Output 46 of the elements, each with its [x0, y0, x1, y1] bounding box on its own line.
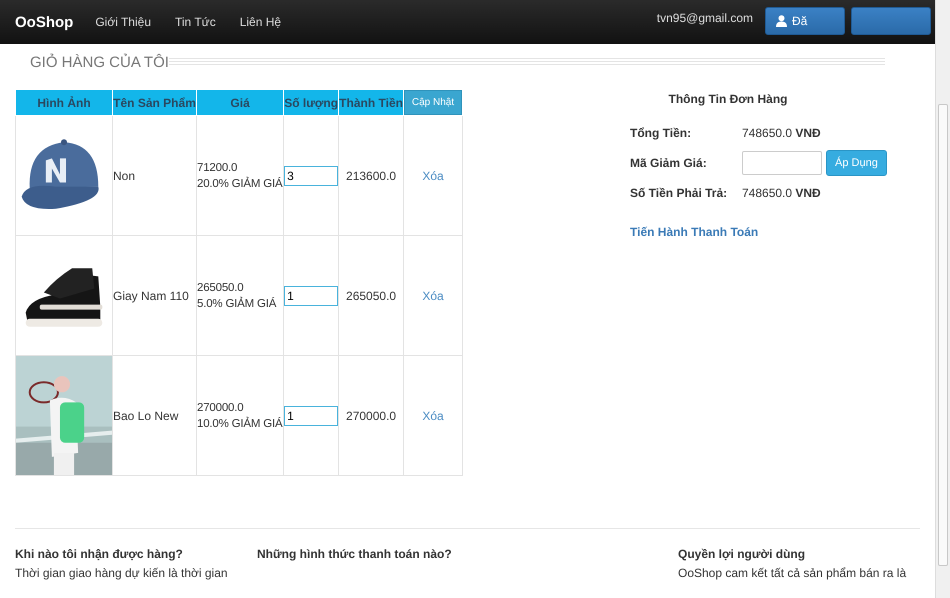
footer-text: Thời gian giao hàng dự kiến là thời gian [15, 566, 229, 580]
line-total: 213600.0 [346, 168, 396, 182]
field-label: Mã Giảm Giá: [630, 156, 708, 170]
nav-link[interactable]: Giới Thiệu [95, 15, 151, 29]
column-header: Tên Sản Phẩm [112, 90, 197, 116]
line-total: 265050.0 [346, 288, 396, 302]
price: 265050.0 [197, 280, 244, 296]
column-header: Hình Ảnh [16, 90, 112, 116]
order-title: Thông Tin Đơn Hàng [668, 92, 788, 106]
footer-heading: Khi nào tôi nhận được hàng? [15, 547, 184, 561]
quantity-field[interactable]: 1 [284, 286, 338, 306]
amount: 748650.0 VNĐ [742, 126, 822, 140]
checkout-link[interactable]: Tiến Hành Thanh Toán [630, 225, 758, 239]
quantity-field[interactable]: 3 [284, 166, 338, 186]
scrollbar[interactable] [935, 0, 950, 598]
remove-link[interactable]: Xóa [422, 168, 444, 182]
discount-text: 20.0% GIẢM GIÁ [197, 176, 284, 192]
amount: 748650.0 VNĐ [742, 186, 822, 200]
quantity-field[interactable]: 1 [284, 406, 338, 426]
brand-link[interactable]: OoShop [15, 14, 74, 30]
price: 71200.0 [197, 160, 238, 176]
product-name: Non [113, 168, 136, 182]
footer-text: OoShop cam kết tất cả sản phẩm bán ra là [678, 566, 908, 580]
nav-link[interactable]: Tin Tức [175, 15, 216, 29]
footer-heading: Quyền lợi người dùng [678, 547, 806, 561]
line-total: 270000.0 [346, 408, 396, 422]
column-header: Giá [196, 90, 284, 116]
field-label: Số Tiền Phải Trả: [630, 186, 728, 200]
column-header: Thành Tiền [338, 90, 404, 116]
nav-button[interactable]: Đă [765, 7, 845, 35]
page-title: GIỎ HÀNG CỦA TÔI [30, 54, 169, 71]
field-label: Tổng Tiền: [630, 126, 692, 140]
discount-text: 5.0% GIẢM GIÁ [197, 296, 278, 312]
user-email: tvn95@gmail.com [656, 11, 753, 25]
product-name: Bao Lo New [113, 408, 178, 422]
remove-link[interactable]: Xóa [422, 408, 444, 422]
product-name: Giay Nam 110 [113, 288, 189, 302]
price: 270000.0 [197, 400, 244, 416]
remove-link[interactable]: Xóa [422, 288, 444, 302]
discount-text: 10.0% GIẢM GIÁ [197, 416, 284, 432]
coupon-field[interactable] [742, 151, 822, 175]
nav-button[interactable] [851, 7, 931, 35]
footer-heading: Những hình thức thanh toán nào? [257, 547, 453, 561]
nav-link[interactable]: Liên Hệ [240, 15, 282, 29]
user-icon [776, 15, 787, 27]
column-header: Số lượng [284, 90, 339, 116]
